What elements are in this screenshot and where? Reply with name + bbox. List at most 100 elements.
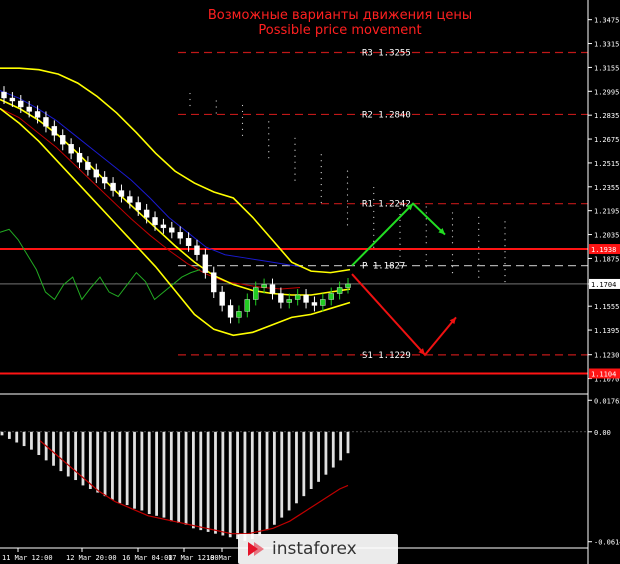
ichimoku-cloud-dot (478, 246, 480, 248)
chart-title-en: Possible price movement (258, 23, 422, 38)
histogram-bar (192, 431, 195, 529)
candle-body (76, 153, 83, 163)
histogram-bar (7, 431, 11, 439)
ichimoku-cloud-dot (451, 236, 454, 238)
candle-body (34, 111, 41, 118)
ichimoku-cloud-dot (346, 176, 349, 178)
ichimoku-cloud-dot (451, 212, 454, 214)
ichimoku-cloud-dot (294, 137, 296, 139)
histogram-bar (111, 431, 114, 500)
histogram-bar (272, 431, 276, 525)
pivot-level-label: R1 1.2242 (362, 200, 411, 210)
ichimoku-cloud-dot (268, 121, 270, 123)
key-level-tag-label: 1.1104 (591, 370, 616, 378)
ichimoku-cloud-dot (425, 254, 427, 256)
ichimoku-cloud-dot (373, 222, 375, 224)
candle-body (177, 232, 183, 239)
bollinger-upper-band (0, 67, 351, 274)
ichimoku-cloud-dot (504, 280, 506, 283)
pivot-level-label: R3 1.3255 (362, 49, 411, 59)
candle-body (169, 227, 175, 233)
histogram-bar (96, 431, 100, 493)
histogram-bar (177, 431, 181, 523)
histogram-bar (30, 431, 33, 450)
ichimoku-cloud-dot (451, 260, 454, 262)
histogram-bar (295, 431, 298, 504)
ichimoku-cloud-dot (373, 246, 375, 248)
ichimoku-cloud-dot (373, 228, 375, 230)
ichimoku-cloud-dot (451, 272, 454, 274)
histogram-bar (309, 431, 313, 489)
ichimoku-cloud-dot (241, 134, 244, 136)
ichimoku-cloud-dot (320, 195, 322, 198)
histogram-bar (339, 431, 343, 461)
ichimoku-cloud-dot (346, 194, 349, 196)
ichimoku-cloud-dot (189, 104, 191, 107)
candle-body (60, 135, 66, 145)
ichimoku-cloud-dot (215, 106, 217, 108)
ichimoku-cloud-dot (346, 212, 349, 214)
histogram-bar (265, 431, 269, 531)
ichimoku-cloud-dot (425, 212, 427, 214)
osc-tick-label: 0.01762 (594, 397, 620, 405)
histogram-bar (88, 431, 92, 489)
histogram-bar (169, 431, 173, 522)
ichimoku-cloud-dot (504, 227, 506, 229)
ichimoku-cloud-dot (241, 104, 244, 107)
ichimoku-cloud-dot (320, 189, 322, 192)
price-tick-label: 1.3475 (594, 17, 619, 25)
candle-body (194, 245, 200, 255)
ichimoku-cloud-dot (478, 240, 480, 242)
ichimoku-cloud-dot (294, 155, 296, 157)
candle-body (43, 117, 49, 127)
ichimoku-cloud-dot (478, 228, 480, 230)
ichimoku-cloud-dot (346, 188, 349, 190)
candle-body (118, 190, 125, 197)
candle-body (1, 91, 7, 99)
price-tick-label: 1.2995 (594, 88, 619, 96)
ichimoku-cloud-dot (320, 166, 322, 168)
histogram-bar (258, 431, 262, 536)
histogram-bar (103, 431, 107, 497)
ichimoku-cloud-dot (346, 224, 349, 226)
moving-average-red-line (0, 108, 301, 290)
candle-body (303, 294, 309, 303)
histogram-bar (280, 431, 284, 518)
price-tick-label: 1.2675 (594, 136, 619, 144)
histogram-bar (199, 431, 203, 531)
ichimoku-cloud-dot (189, 92, 191, 95)
ichimoku-cloud-dot (215, 100, 217, 102)
ichimoku-cloud-dot (373, 210, 375, 213)
ichimoku-cloud-dot (504, 269, 506, 271)
candle-body (101, 176, 108, 184)
candle-body (9, 97, 16, 102)
ichimoku-cloud-dot (294, 149, 296, 151)
ichimoku-cloud-dot (451, 254, 454, 256)
price-tick-label: 1.2515 (594, 160, 619, 168)
green-indicator-line (0, 228, 201, 301)
ichimoku-cloud-dot (451, 218, 454, 220)
candle-body (261, 284, 267, 288)
ichimoku-cloud-dot (320, 178, 322, 180)
candle-body (93, 169, 99, 178)
price-panel: R3 1.3255 R2 1.2840 R1 1.2242 P 1.1827 S1 1.… (0, 49, 588, 375)
ichimoku-cloud-dot (478, 276, 480, 278)
candle-body (143, 209, 150, 218)
candle-body (311, 302, 318, 306)
ichimoku-cloud-dot (478, 234, 480, 236)
ichimoku-cloud-dot (504, 239, 506, 241)
histogram-bar (140, 431, 144, 511)
histogram-bar (66, 431, 70, 477)
histogram-bar (133, 431, 136, 509)
histogram-bar (118, 431, 122, 504)
ichimoku-cloud-dot (320, 154, 322, 156)
candle-body (127, 196, 133, 203)
ichimoku-cloud-dot (268, 127, 270, 129)
candle-body (328, 293, 334, 300)
ichimoku-cloud-dot (399, 225, 401, 227)
ichimoku-cloud-dot (373, 186, 375, 189)
ichimoku-cloud-dot (425, 230, 427, 232)
ichimoku-cloud-dot (504, 257, 506, 259)
candle-body (244, 299, 251, 312)
brand-logo-icon (248, 542, 264, 556)
